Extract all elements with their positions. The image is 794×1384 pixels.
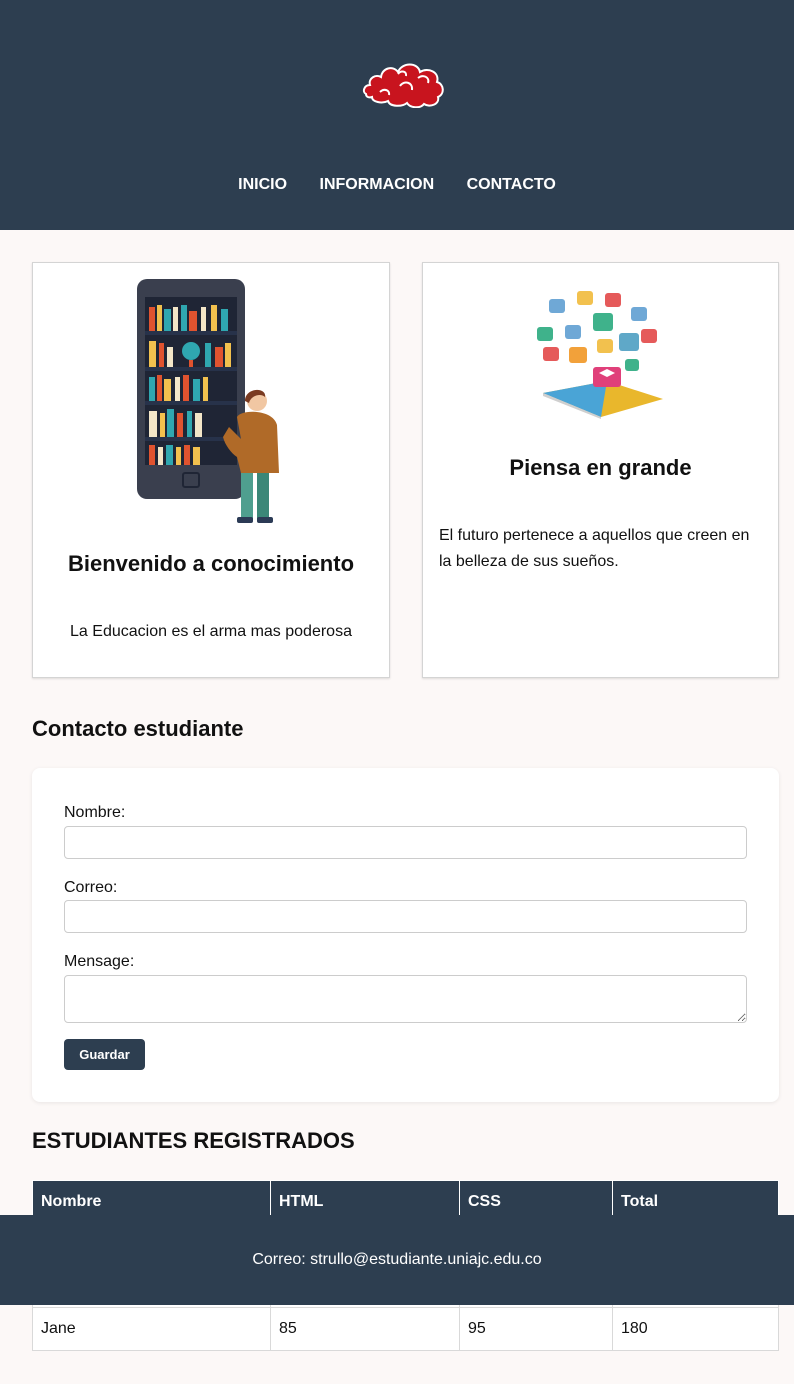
red-cloud-logo-icon: [362, 63, 444, 108]
email-label: Correo:: [64, 879, 118, 896]
email-input[interactable]: [64, 900, 747, 933]
think-big-card: Piensa en grande El futuro pertenece a a…: [422, 262, 779, 678]
cell-html: 85: [270, 1307, 460, 1351]
save-button[interactable]: Guardar: [64, 1039, 145, 1070]
nav-contacto[interactable]: CONTACTO: [467, 176, 556, 194]
table-row: Jane 85 95 180: [32, 1307, 779, 1351]
cell-css: 95: [459, 1307, 613, 1351]
contact-section-title: Contacto estudiante: [32, 716, 244, 741]
site-header: INICIO INFORMACION CONTACTO: [0, 0, 794, 230]
welcome-text: La Educacion es el arma mas poderosa: [70, 623, 352, 640]
footer-email-text: Correo: strullo@estudiante.uniajc.edu.co: [252, 1251, 542, 1268]
name-label: Nombre:: [64, 804, 126, 821]
message-textarea[interactable]: [64, 975, 747, 1023]
message-label: Mensage:: [64, 953, 135, 970]
cell-nombre: Jane: [32, 1307, 271, 1351]
think-big-text: El futuro pertenece a aquellos que creen…: [439, 527, 750, 570]
think-big-title: Piensa en grande: [509, 455, 692, 480]
welcome-title: Bienvenido a conocimiento: [67, 551, 355, 576]
site-footer: Correo: strullo@estudiante.uniajc.edu.co: [0, 1215, 794, 1305]
contact-form: Nombre: Correo: Mensage: Guardar: [32, 768, 779, 1102]
nav-informacion[interactable]: INFORMACION: [320, 176, 435, 194]
students-section-title: ESTUDIANTES REGISTRADOS: [32, 1128, 355, 1153]
welcome-card: Bienvenido a conocimiento La Educacion e…: [32, 262, 390, 678]
nav-inicio[interactable]: INICIO: [238, 176, 287, 194]
phone-bookshelf-illustration: [137, 279, 279, 523]
cell-total: 180: [612, 1307, 779, 1351]
main-nav: INICIO INFORMACION CONTACTO: [0, 176, 794, 194]
name-input[interactable]: [64, 826, 747, 859]
education-icons-illustration: [537, 291, 663, 419]
